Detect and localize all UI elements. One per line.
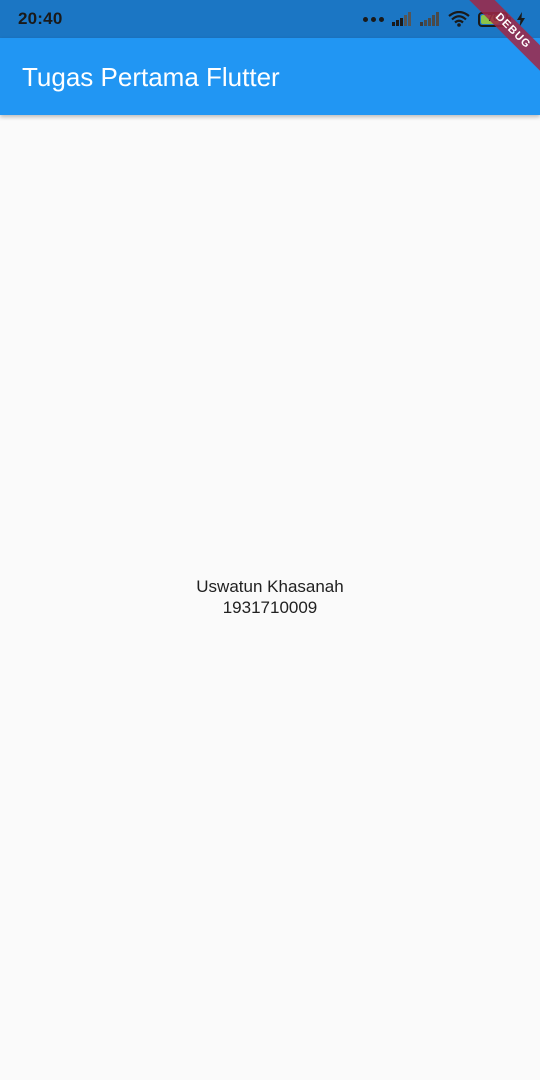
status-time: 20:40 — [18, 9, 63, 28]
wifi-icon — [448, 11, 470, 27]
page-title: Tugas Pertama Flutter — [22, 62, 280, 92]
main-content: Uswatun Khasanah 1931710009 — [0, 115, 540, 1080]
student-name: Uswatun Khasanah — [196, 577, 344, 596]
signal-weak-icon — [420, 12, 439, 26]
signal-icon — [392, 12, 411, 26]
center-text-block: Uswatun Khasanah 1931710009 — [0, 576, 540, 618]
student-id: 1931710009 — [222, 598, 318, 617]
status-bar: 20:40 — [0, 0, 540, 38]
app-screen: 20:40 Tugas Pertama Flutter DEBUG Uswatu… — [0, 0, 540, 1080]
app-bar: Tugas Pertama Flutter — [0, 38, 540, 115]
more-dots-icon — [363, 16, 384, 22]
